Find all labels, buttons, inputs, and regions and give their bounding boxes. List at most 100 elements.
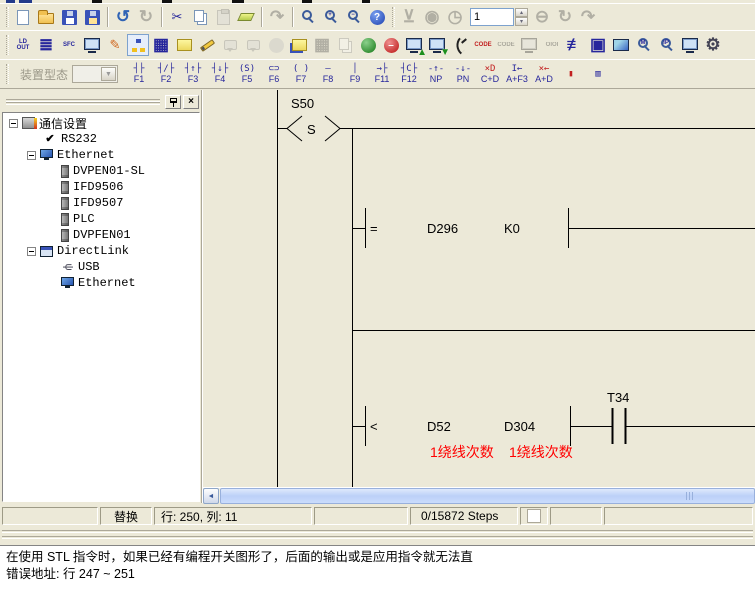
network-view-button-icon — [682, 38, 698, 50]
ladder-key-f7[interactable]: ( )F7 — [288, 61, 314, 87]
trend-chart-button[interactable]: ▮ — [558, 61, 584, 87]
ladder-comment-button[interactable] — [288, 34, 310, 56]
options-button-icon: ⚙ — [705, 35, 720, 55]
compare2-operator: < — [370, 419, 378, 434]
ladder-key-f4[interactable]: ┤↓├F4 — [207, 61, 233, 87]
tree-item-ifd9507[interactable]: IFD9507 — [3, 195, 199, 211]
spin-down-button[interactable]: ▾ — [515, 17, 528, 26]
zoom-out-button[interactable]: − — [343, 6, 365, 28]
tree-item-ifd9506[interactable]: IFD9506 — [3, 179, 199, 195]
new-file-button[interactable] — [12, 6, 34, 28]
chip-icon — [22, 117, 35, 129]
ladder-key-f11[interactable]: →├F11 — [369, 61, 395, 87]
ladder-key-f6[interactable]: ⊂⊃F6 — [261, 61, 287, 87]
find-ip-button[interactable]: IP — [656, 34, 678, 56]
ladder-key-f12[interactable]: ┤C├F12 — [396, 61, 422, 87]
ladder-key-a-f3[interactable]: I←A+F3 — [504, 61, 530, 87]
scroll-left-button[interactable]: ◄ — [203, 488, 219, 504]
communication-setting-button-icon — [130, 38, 147, 53]
ladder-key-f2[interactable]: ┤/├F2 — [153, 61, 179, 87]
ladder-view-button[interactable]: LD OUT — [12, 34, 34, 56]
ladder-editor[interactable]: S50 S = D296 K0 < D52 D304 T34 1绕线次数 1绕线… — [203, 90, 755, 487]
ladder-key-pn[interactable]: -↓-PN — [450, 61, 476, 87]
save-button[interactable] — [58, 6, 80, 28]
delete-button[interactable] — [235, 6, 257, 28]
toolbar-grip[interactable] — [6, 64, 9, 84]
monitor-window-button — [242, 34, 264, 56]
device-comment-a: 1绕线次数 — [430, 444, 494, 460]
tool-glyph-icon: ▮ — [568, 69, 573, 80]
tree-item-rs232[interactable]: ✔RS232 — [3, 131, 199, 147]
tree-item-label: IFD9506 — [73, 180, 123, 194]
close-button[interactable]: × — [183, 95, 199, 109]
cut-button-icon: ✂ — [172, 9, 183, 25]
horizontal-scrollbar[interactable]: ◄ — [203, 487, 755, 503]
collapse-icon[interactable] — [9, 119, 18, 128]
open-file-button[interactable] — [35, 6, 57, 28]
ladder-key-c-d[interactable]: ×DC+D — [477, 61, 503, 87]
pin-button[interactable] — [165, 95, 181, 109]
status-steps: 0/15872 Steps — [410, 507, 518, 525]
image-monitor-button[interactable] — [610, 34, 632, 56]
tree-item-directlink[interactable]: DirectLink — [3, 243, 199, 259]
tree-item-dvpen01-sl[interactable]: DVPEN01-SL — [3, 163, 199, 179]
sfc-view-button[interactable]: SFC — [58, 34, 80, 56]
find-device-button[interactable]: M — [633, 34, 655, 56]
collapse-icon[interactable] — [27, 151, 36, 160]
scrollbar-thumb[interactable] — [220, 488, 755, 504]
tree-item-plc[interactable]: PLC — [3, 211, 199, 227]
monitor-rows-input[interactable]: 1▴▾ — [470, 8, 528, 26]
cut-button[interactable]: ✂ — [166, 6, 188, 28]
upload-program-button[interactable]: ▲ — [403, 34, 425, 56]
communication-button[interactable] — [449, 34, 471, 56]
bar-chart-button[interactable]: ▥ — [585, 61, 611, 87]
scroll-left-icon: ◄ — [208, 493, 215, 500]
save-project-button[interactable] — [81, 6, 103, 28]
help-button[interactable]: ? — [366, 6, 388, 28]
spin-up-button[interactable]: ▴ — [515, 8, 528, 17]
zoom-button[interactable] — [297, 6, 319, 28]
zoom-in-button-icon: + — [325, 10, 335, 20]
ladder-key-f3[interactable]: ┤↑├F3 — [180, 61, 206, 87]
message-splitter[interactable] — [0, 527, 755, 545]
network-view-button[interactable] — [679, 34, 701, 56]
monitor-mode-button[interactable] — [81, 34, 103, 56]
message-output-panel[interactable]: 在使用 STL 指令时，如果已经有编程开关图形了，后面的输出或是应用指令就无法直… — [0, 545, 755, 610]
tree-item-usb[interactable]: ψUSB — [3, 259, 199, 275]
tree-item-ethernet[interactable]: Ethernet — [3, 147, 199, 163]
ladder-key-f1[interactable]: ┤├F1 — [126, 61, 152, 87]
monitor-rows-value[interactable]: 1 — [470, 8, 514, 26]
tree-item-ethernet[interactable]: Ethernet — [3, 275, 199, 291]
tree-item-[interactable]: 通信设置 — [3, 115, 199, 131]
communication-setting-button[interactable] — [127, 34, 149, 56]
ladder-key-f5[interactable]: (S)F5 — [234, 61, 260, 87]
tree-item-dvpfen01[interactable]: DVPFEN01 — [3, 227, 199, 243]
ladder-key-a-d[interactable]: ×←A+D — [531, 61, 557, 87]
panel-grip[interactable] — [6, 99, 160, 105]
io-check-button-icon: OIOI — [546, 42, 559, 48]
edit-mode-button[interactable]: ✎ — [104, 34, 126, 56]
collapse-icon[interactable] — [27, 247, 36, 256]
device-table-button[interactable]: ▦ — [150, 34, 172, 56]
ladder-key-f9[interactable]: │F9 — [342, 61, 368, 87]
ladder-key-f8[interactable]: —F8 — [315, 61, 341, 87]
copy-button[interactable] — [189, 6, 211, 28]
scrollbar-grip-icon — [686, 492, 687, 500]
simulator-button[interactable] — [357, 34, 379, 56]
ladder-key-np[interactable]: -↑-NP — [423, 61, 449, 87]
download-program-button[interactable]: ▼ — [426, 34, 448, 56]
marker-button[interactable] — [196, 34, 218, 56]
communication-tree[interactable]: 通信设置✔RS232EthernetDVPEN01-SLIFD9506IFD95… — [2, 112, 200, 502]
comment-edit-button[interactable] — [173, 34, 195, 56]
zoom-in-button[interactable]: + — [320, 6, 342, 28]
compile-code-button[interactable]: CODE — [472, 34, 494, 56]
undo-button[interactable]: ↺ — [112, 6, 134, 28]
instruction-view-button[interactable]: ≣ — [35, 34, 57, 56]
panel-titlebar[interactable]: × — [0, 92, 202, 112]
window-stack-button[interactable]: ▣ — [587, 34, 609, 56]
options-button[interactable]: ⚙ — [702, 34, 724, 56]
stop-run-button[interactable]: – — [380, 34, 402, 56]
tree-item-label: IFD9507 — [73, 196, 123, 210]
register-edit-button[interactable]: ≢ — [564, 34, 586, 56]
status-indicator — [520, 507, 548, 525]
